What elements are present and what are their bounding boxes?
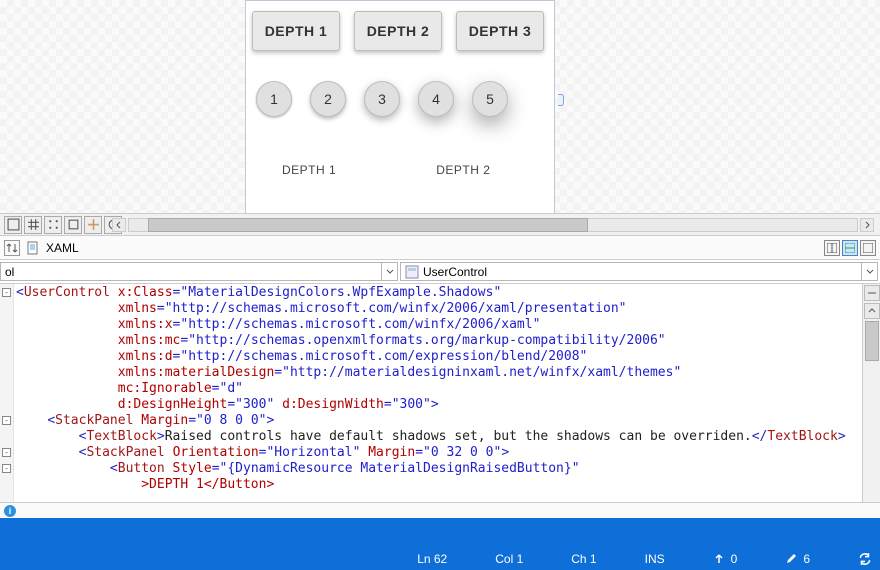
editor-vscrollbar[interactable] xyxy=(862,284,880,502)
chevron-down-icon[interactable] xyxy=(861,263,877,280)
status-col: Col 1 xyxy=(495,552,523,566)
breadcrumb-right[interactable]: UserControl xyxy=(400,262,878,281)
circle-button-2[interactable]: 2 xyxy=(310,81,346,117)
arrow-up-icon xyxy=(713,553,725,565)
hscroll-thumb[interactable] xyxy=(148,218,588,232)
split-vertical-icon[interactable] xyxy=(824,240,840,256)
swap-panes-icon[interactable] xyxy=(4,240,20,256)
fold-toggle[interactable]: - xyxy=(2,416,11,425)
selection-adorner[interactable] xyxy=(558,94,564,106)
hscroll-right-button[interactable] xyxy=(860,218,874,232)
info-icon[interactable]: i xyxy=(4,505,16,517)
status-changes[interactable]: 6 xyxy=(785,552,810,566)
depth-button-3[interactable]: DEPTH 3 xyxy=(456,11,544,51)
status-up-count: 0 xyxy=(731,552,738,566)
depth-label-1: DEPTH 1 xyxy=(282,163,336,177)
xaml-tab-label[interactable]: XAML xyxy=(46,241,79,255)
breadcrumb-right-text: UserControl xyxy=(423,265,487,279)
depth-button-2[interactable]: DEPTH 2 xyxy=(354,11,442,51)
editor-gutter[interactable]: - - - - xyxy=(0,284,14,502)
pencil-icon xyxy=(785,553,797,565)
circle-button-row: 1 2 3 4 5 xyxy=(246,51,554,117)
designer-toolbar xyxy=(0,213,880,235)
status-bar: Ln 62 Col 1 Ch 1 INS 0 6 xyxy=(0,548,880,570)
snap-lines-icon[interactable] xyxy=(84,216,102,234)
vscroll-up-button[interactable] xyxy=(864,303,880,319)
editor-code[interactable]: <UserControl x:Class="MaterialDesignColo… xyxy=(14,284,862,502)
design-artboard[interactable]: DEPTH 1 DEPTH 2 DEPTH 3 1 2 3 4 5 DEPTH … xyxy=(245,0,555,234)
grid-small-icon[interactable] xyxy=(24,216,42,234)
circle-button-5[interactable]: 5 xyxy=(472,81,508,117)
depth-label-row: DEPTH 1 DEPTH 2 xyxy=(246,117,554,177)
split-horizontal-icon[interactable] xyxy=(842,240,858,256)
status-ch: Ch 1 xyxy=(571,552,596,566)
snap-icon[interactable] xyxy=(64,216,82,234)
expand-pane-icon[interactable] xyxy=(860,240,876,256)
fold-toggle[interactable]: - xyxy=(2,288,11,297)
usercontrol-icon xyxy=(405,265,419,279)
vscroll-split-icon[interactable] xyxy=(864,285,880,301)
status-pencil-count: 6 xyxy=(803,552,810,566)
blue-strip xyxy=(0,518,880,548)
fold-toggle[interactable]: - xyxy=(2,464,11,473)
breadcrumb-left[interactable]: ol xyxy=(0,262,398,281)
chevron-down-icon[interactable] xyxy=(381,263,397,280)
depth-button-row: DEPTH 1 DEPTH 2 DEPTH 3 xyxy=(246,1,554,51)
status-publish[interactable]: 0 xyxy=(713,552,738,566)
grid-large-icon[interactable] xyxy=(4,216,22,234)
designer-surface: DEPTH 1 DEPTH 2 DEPTH 3 1 2 3 4 5 DEPTH … xyxy=(0,0,880,236)
fold-toggle[interactable]: - xyxy=(2,448,11,457)
xaml-editor[interactable]: - - - - <UserControl x:Class="MaterialDesig… xyxy=(0,284,880,502)
depth-button-1[interactable]: DEPTH 1 xyxy=(252,11,340,51)
grid-dots-icon[interactable] xyxy=(44,216,62,234)
breadcrumb-left-text: ol xyxy=(5,265,14,279)
hscroll-left-button[interactable] xyxy=(112,218,126,232)
depth-label-2: DEPTH 2 xyxy=(436,163,490,177)
status-ins[interactable]: INS xyxy=(645,552,665,566)
circle-button-4[interactable]: 4 xyxy=(418,81,454,117)
status-line: Ln 62 xyxy=(417,552,447,566)
pane-header: XAML xyxy=(0,236,880,260)
circle-button-1[interactable]: 1 xyxy=(256,81,292,117)
vscroll-thumb[interactable] xyxy=(865,321,879,361)
xaml-doc-icon xyxy=(26,241,40,255)
sync-icon[interactable] xyxy=(858,552,872,566)
circle-button-3[interactable]: 3 xyxy=(364,81,400,117)
breadcrumb-bar: ol UserControl xyxy=(0,260,880,284)
editor-footer: i xyxy=(0,502,880,518)
